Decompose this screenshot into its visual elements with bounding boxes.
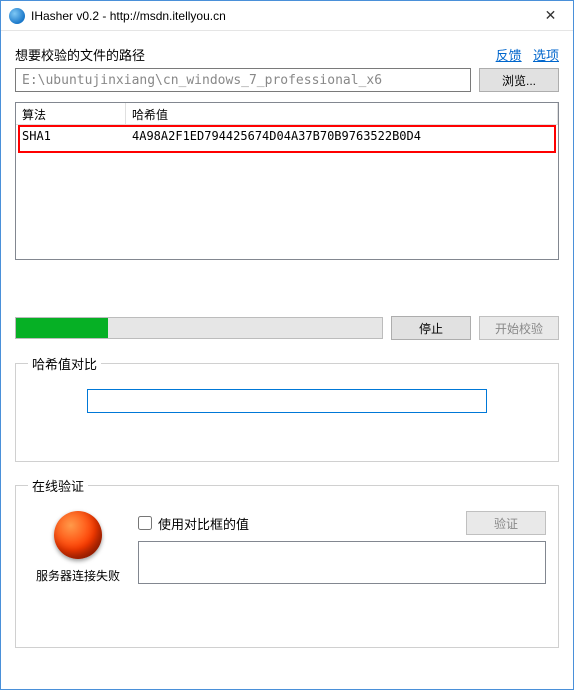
use-compare-checkbox-label: 使用对比框的值 xyxy=(158,514,249,533)
titlebar: IHasher v0.2 - http://msdn.itellyou.cn ✕ xyxy=(1,1,573,31)
compare-group: 哈希值对比 xyxy=(15,354,559,462)
file-path-label: 想要校验的文件的路径 xyxy=(15,45,145,64)
use-compare-checkbox[interactable] xyxy=(138,516,152,530)
column-header-algorithm[interactable]: 算法 xyxy=(16,103,126,124)
compare-legend: 哈希值对比 xyxy=(28,354,101,373)
app-window: IHasher v0.2 - http://msdn.itellyou.cn ✕… xyxy=(0,0,574,690)
progress-fill xyxy=(16,318,108,338)
use-compare-checkbox-wrap[interactable]: 使用对比框的值 xyxy=(138,514,249,533)
table-row[interactable]: SHA1 4A98A2F1ED794425674D04A37B70B976352… xyxy=(16,125,558,147)
status-text: 服务器连接失败 xyxy=(36,567,120,584)
status-error-icon xyxy=(54,511,102,559)
content-area: 想要校验的文件的路径 反馈 选项 浏览... 算法 哈希值 SHA1 4A98A… xyxy=(1,31,573,689)
compare-input[interactable] xyxy=(87,389,487,413)
close-icon[interactable]: ✕ xyxy=(528,1,573,30)
options-link[interactable]: 选项 xyxy=(533,48,559,63)
app-icon xyxy=(9,8,25,24)
feedback-link[interactable]: 反馈 xyxy=(496,48,522,63)
cell-algorithm: SHA1 xyxy=(16,127,126,145)
stop-button[interactable]: 停止 xyxy=(391,316,471,340)
verify-legend: 在线验证 xyxy=(28,476,88,495)
progress-bar xyxy=(15,317,383,339)
hash-table: 算法 哈希值 SHA1 4A98A2F1ED794425674D04A37B70… xyxy=(15,102,559,260)
verify-button: 验证 xyxy=(466,511,546,535)
window-title: IHasher v0.2 - http://msdn.itellyou.cn xyxy=(31,9,226,23)
browse-button[interactable]: 浏览... xyxy=(479,68,559,92)
online-verify-group: 在线验证 服务器连接失败 使用对比框的值 验证 xyxy=(15,476,559,648)
column-header-hash[interactable]: 哈希值 xyxy=(126,103,558,124)
file-path-input[interactable] xyxy=(15,68,471,92)
cell-hash: 4A98A2F1ED794425674D04A37B70B9763522B0D4 xyxy=(126,127,558,145)
verify-output[interactable] xyxy=(138,541,546,584)
start-button: 开始校验 xyxy=(479,316,559,340)
